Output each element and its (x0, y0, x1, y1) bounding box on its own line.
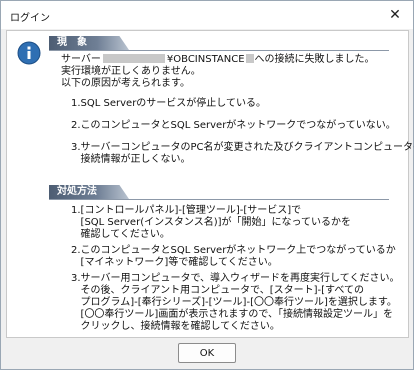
window-title: ログイン (10, 13, 50, 24)
phenomenon-header: 現 象 (49, 36, 129, 50)
info-icon (17, 41, 41, 65)
close-icon: ✕ (389, 7, 401, 23)
causes-intro-text: 以下の原因が考えられます。 (61, 78, 190, 89)
remedy-step: 2.このコンピュータとSQL Serverがネットワーク上でつながっているか [… (71, 245, 396, 268)
connection-failed-line: サーバー ¥OBCINSTANCE への接続に失敗しました。 (61, 54, 375, 66)
close-button[interactable]: ✕ (381, 3, 409, 27)
ok-button[interactable]: OK (178, 343, 236, 363)
remedy-step: 1.[コントロールパネル]-[管理ツール]-[サービス]で [SQL Serve… (71, 205, 352, 240)
cause-item: 3.サーバーコンピュータのPC名が変更された及びクライアントコンピュータの 接続… (71, 142, 414, 165)
cause-item: 2.このコンピュータとSQL Serverがネットワークでつながっていない。 (71, 120, 396, 131)
server-instance: ¥OBCINSTANCE (166, 54, 245, 65)
environment-invalid-text: 実行環境が正しくありません。 (61, 66, 201, 77)
redacted-server-name (102, 54, 165, 63)
redacted-instance-name (245, 54, 254, 63)
failure-suffix: への接続に失敗しました。 (254, 54, 375, 65)
remedy-divider (49, 199, 389, 200)
cause-item: 1.SQL Serverのサービスが停止している。 (71, 98, 267, 109)
message-panel: 現 象 サーバー ¥OBCINSTANCE への接続に失敗しました。 実行環境が正し… (6, 30, 414, 338)
phenomenon-divider (49, 50, 389, 51)
login-dialog: ログイン ✕ 現 象 サーバー ¥OBCINSTANCE への接続に失敗しました。 … (0, 0, 414, 370)
server-prefix: サーバー (61, 54, 101, 65)
remedy-header: 対処方法 (49, 185, 129, 199)
title-bar: ログイン ✕ (1, 1, 413, 29)
remedy-step: 3.サーバー用コンピュータで、導入ウィザードを再度実行してください。 その後、ク… (71, 273, 400, 332)
